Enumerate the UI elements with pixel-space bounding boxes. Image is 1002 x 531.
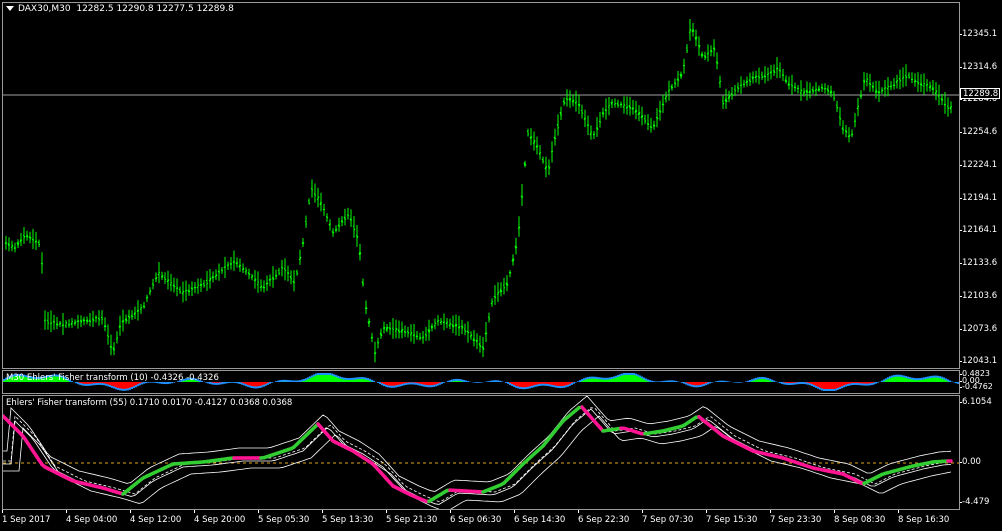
price-tick: 12133.6 xyxy=(960,258,998,268)
price-tick: 12164.1 xyxy=(960,225,998,235)
time-label: 5 Sep 05:30 xyxy=(258,510,310,525)
time-label: 6 Sep 06:30 xyxy=(450,510,502,525)
price-bars[interactable] xyxy=(3,3,959,368)
price-tick: 12103.6 xyxy=(960,291,998,301)
time-axis[interactable]: 1 Sep 2017 4 Sep 04:00 4 Sep 12:00 4 Sep… xyxy=(0,510,1002,531)
time-label: 4 Sep 04:00 xyxy=(66,510,118,525)
ohlc-bars xyxy=(4,19,953,363)
fisher10-level: -0.4762 xyxy=(960,382,993,391)
price-tick: 12254.6 xyxy=(960,127,998,137)
current-price-label: 12289.8 xyxy=(960,88,1000,99)
price-tick: 12194.1 xyxy=(960,193,998,203)
chart-menu-triangle-icon[interactable] xyxy=(6,6,14,11)
price-chart-panel[interactable] xyxy=(2,2,960,369)
time-label: 8 Sep 08:30 xyxy=(834,510,886,525)
chart-title: DAX30,M30 12282.5 12290.8 12277.5 12289.… xyxy=(6,4,234,14)
fisher10-title: M30 Ehlers' Fisher transform (10) -0.432… xyxy=(6,373,219,383)
price-tick: 12345.1 xyxy=(960,29,998,39)
time-label: 6 Sep 14:30 xyxy=(514,510,566,525)
time-label: 5 Sep 21:30 xyxy=(386,510,438,525)
time-label: 6 Sep 22:30 xyxy=(578,510,630,525)
time-label: 5 Sep 13:30 xyxy=(322,510,374,525)
time-label: 7 Sep 15:30 xyxy=(706,510,758,525)
price-scale[interactable]: 12345.1 12314.6 12284.6 12254.6 12224.1 … xyxy=(960,2,1002,369)
time-label: 8 Sep 16:30 xyxy=(898,510,950,525)
price-tick: 12314.6 xyxy=(960,62,998,72)
fisher55-panel[interactable] xyxy=(2,395,960,510)
time-label: 1 Sep 2017 xyxy=(2,510,51,525)
price-tick: 12224.1 xyxy=(960,160,998,170)
time-label: 4 Sep 12:00 xyxy=(130,510,182,525)
time-label: 7 Sep 23:30 xyxy=(770,510,822,525)
fisher55-lines[interactable] xyxy=(3,396,959,509)
time-label: 7 Sep 07:30 xyxy=(642,510,694,525)
fisher10-scale: 0.4823 0.00 -0.4762 xyxy=(960,370,1002,394)
ohlc-values: 12282.5 12290.8 12277.5 12289.8 xyxy=(76,4,234,14)
price-tick: 12073.6 xyxy=(960,324,998,334)
fisher55-title: Ehlers' Fisher transform (55) 0.1710 0.0… xyxy=(6,398,293,408)
fisher55-scale: 6.1054 0.00 -4.479 xyxy=(960,395,1002,510)
price-tick: 12043.1 xyxy=(960,356,998,366)
fisher55-level: -4.479 xyxy=(960,497,990,507)
symbol-period: DAX30,M30 xyxy=(18,4,71,14)
time-label: 4 Sep 20:00 xyxy=(194,510,246,525)
fisher55-level: 6.1054 xyxy=(960,397,992,407)
fisher55-level: 0.00 xyxy=(960,457,981,467)
